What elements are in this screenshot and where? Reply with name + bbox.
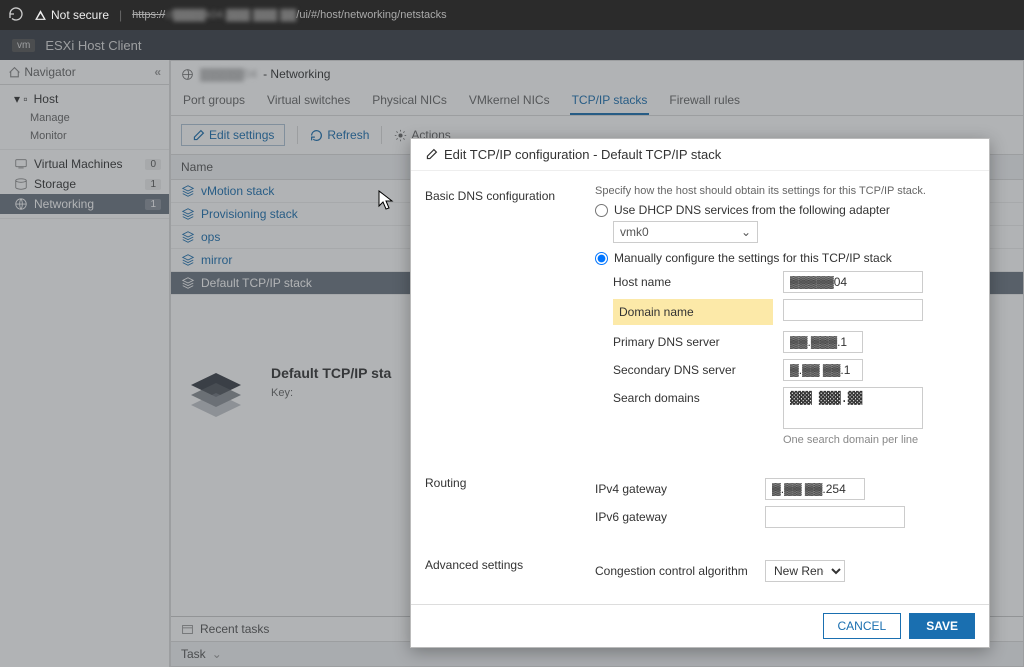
secondary-dns-input[interactable] bbox=[783, 359, 863, 381]
not-secure-badge: Not secure bbox=[34, 8, 109, 22]
primary-dns-input[interactable] bbox=[783, 331, 863, 353]
search-domains-hint: One search domain per line bbox=[783, 434, 923, 446]
search-domains-label: Search domains bbox=[613, 387, 773, 405]
advanced-section-label: Advanced settings bbox=[425, 554, 595, 588]
domain-label: Domain name bbox=[613, 299, 773, 325]
radio-dhcp[interactable] bbox=[595, 204, 608, 217]
radio-manual-label: Manually configure the settings for this… bbox=[614, 251, 892, 265]
dns-section-label: Basic DNS configuration bbox=[425, 185, 595, 452]
browser-bar: Not secure | https://cl▓▓▓▓k04.▓▓▓ ▓▓▓ ▓… bbox=[0, 0, 1024, 30]
url-bar[interactable]: https://cl▓▓▓▓k04.▓▓▓ ▓▓▓ ▓▓/ui/#/host/n… bbox=[132, 9, 447, 21]
hostname-input[interactable] bbox=[783, 271, 923, 293]
ipv6-gateway-input[interactable] bbox=[765, 506, 905, 528]
chevron-down-icon: ⌄ bbox=[741, 225, 751, 239]
adapter-select[interactable]: vmk0 ⌄ bbox=[613, 221, 758, 243]
save-button[interactable]: SAVE bbox=[909, 613, 975, 639]
dns-hint: Specify how the host should obtain its s… bbox=[595, 185, 975, 197]
search-domains-input[interactable]: ▓▓▓ ▓▓▓.▓▓ bbox=[783, 387, 923, 429]
hostname-label: Host name bbox=[613, 271, 773, 289]
congestion-select[interactable]: New Reno bbox=[765, 560, 845, 582]
reload-icon[interactable] bbox=[8, 6, 24, 25]
primary-dns-label: Primary DNS server bbox=[613, 331, 773, 349]
modal-body: Basic DNS configuration Specify how the … bbox=[411, 171, 989, 604]
ipv4-gateway-input[interactable] bbox=[765, 478, 865, 500]
modal-footer: CANCEL SAVE bbox=[411, 604, 989, 647]
congestion-label: Congestion control algorithm bbox=[595, 560, 755, 578]
edit-tcpip-modal: Edit TCP/IP configuration - Default TCP/… bbox=[410, 138, 990, 648]
cancel-button[interactable]: CANCEL bbox=[823, 613, 902, 639]
secondary-dns-label: Secondary DNS server bbox=[613, 359, 773, 377]
radio-dhcp-label: Use DHCP DNS services from the following… bbox=[614, 203, 890, 217]
routing-section-label: Routing bbox=[425, 472, 595, 534]
ipv6-gateway-label: IPv6 gateway bbox=[595, 506, 755, 524]
domain-input[interactable] bbox=[783, 299, 923, 321]
ipv4-gateway-label: IPv4 gateway bbox=[595, 478, 755, 496]
modal-title: Edit TCP/IP configuration - Default TCP/… bbox=[411, 139, 989, 171]
radio-manual[interactable] bbox=[595, 252, 608, 265]
